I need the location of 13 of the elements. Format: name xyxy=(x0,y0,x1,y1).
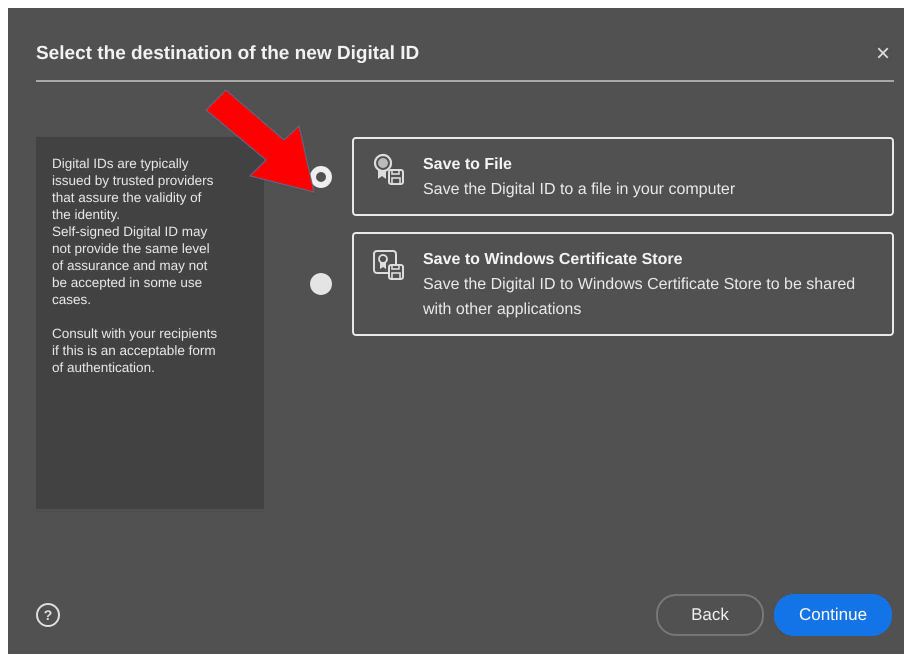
option-description: Save the Digital ID to a file in your computer xyxy=(423,180,736,200)
info-text: Consult with your recipients if this is an acceptable form of authentication. xyxy=(52,325,218,376)
help-icon[interactable]: ? xyxy=(36,603,60,627)
close-button[interactable]: × xyxy=(872,42,894,66)
option-title: Save to File xyxy=(423,155,513,175)
option-title: Save to Windows Certificate Store xyxy=(423,250,684,270)
option-card[interactable]: Save to Windows Certificate Store Save the Digital ID to Windows Certificate Store to be shared with other applications xyxy=(352,232,894,336)
option-card[interactable]: Save to File Save the Digital ID to a file in your computer xyxy=(352,137,894,216)
continue-button[interactable]: Continue xyxy=(774,594,892,636)
back-button[interactable]: Back xyxy=(656,594,764,636)
dialog-title: Select the destination of the new Digital ID xyxy=(36,42,420,66)
option-description: Save the Digital ID to Windows Certificate Store to be shared with other applications xyxy=(423,275,856,320)
info-text: Digital IDs are typically issued by trusted providers that assure the validity of the identity. Self-signed Digital ID may not provide the same level of assurance and may not be accepted in some use cases. xyxy=(52,155,214,308)
